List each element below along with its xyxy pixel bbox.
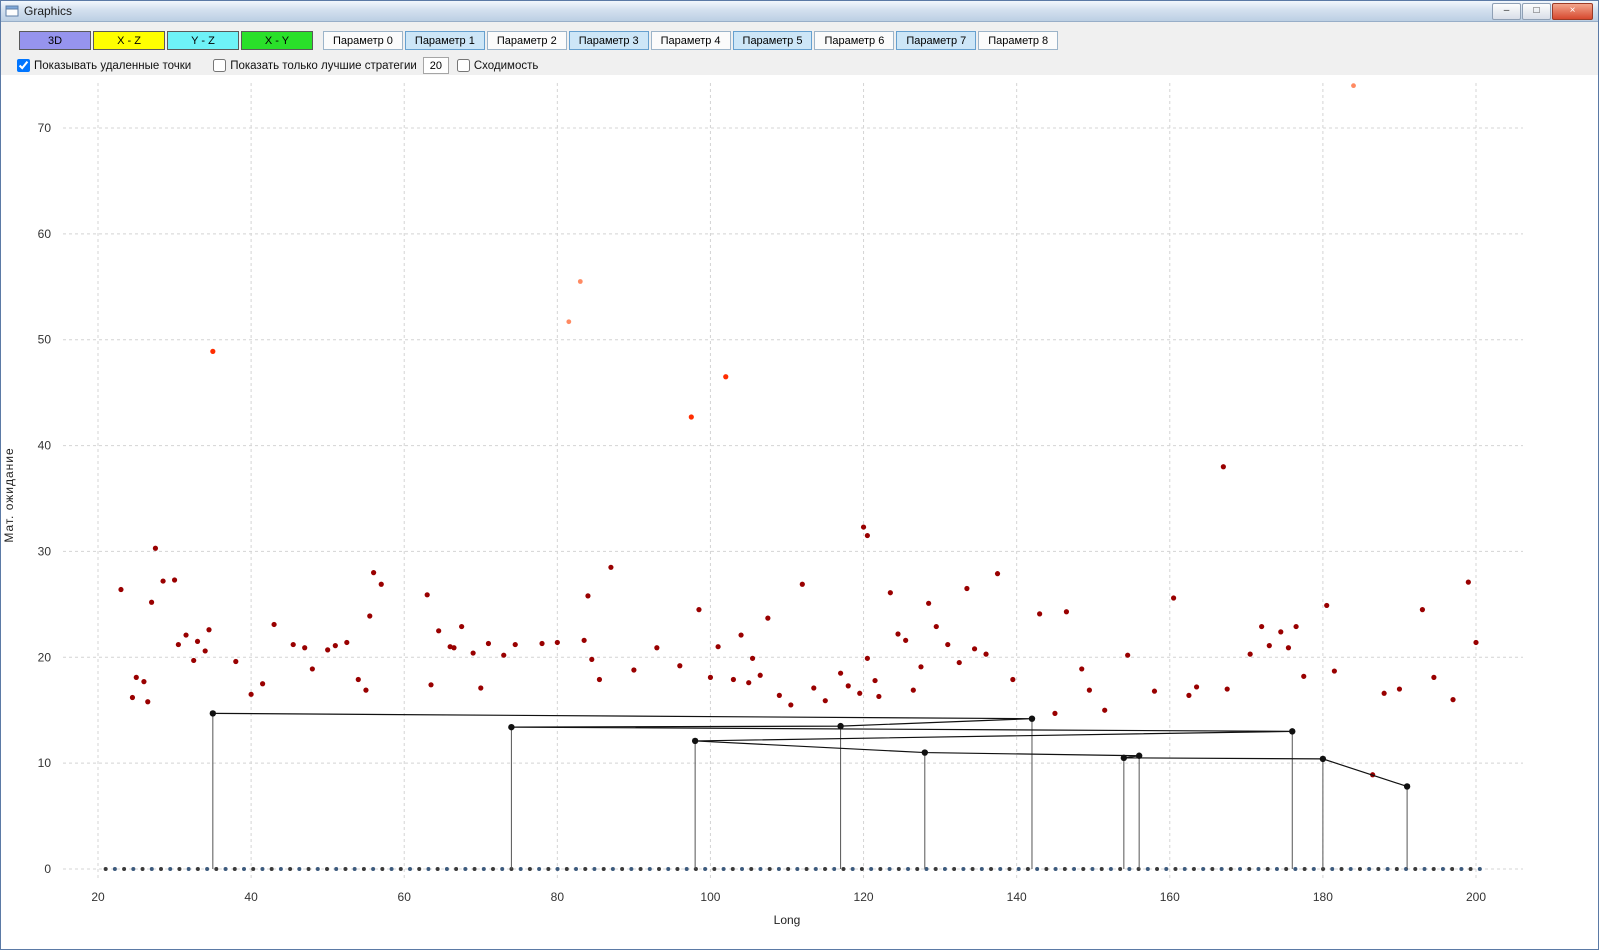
svg-text:140: 140 <box>1007 890 1027 904</box>
svg-text:Мат. ожидание: Мат. ожидание <box>2 447 16 542</box>
param-2-button[interactable]: Параметр 2 <box>486 31 567 50</box>
param-button-group: Параметр 0 Параметр 1 Параметр 2 Парамет… <box>323 31 1059 50</box>
param-3-button[interactable]: Параметр 3 <box>568 31 649 50</box>
titlebar[interactable]: Graphics – □ × <box>1 1 1598 22</box>
svg-text:Long: Long <box>774 913 801 927</box>
svg-text:180: 180 <box>1313 890 1333 904</box>
param-6-button[interactable]: Параметр 6 <box>814 31 895 50</box>
svg-text:10: 10 <box>38 756 52 770</box>
view-yz-button[interactable]: Y - Z <box>167 31 239 50</box>
minimize-icon: – <box>1503 5 1510 16</box>
view-xz-button[interactable]: X - Z <box>93 31 165 50</box>
minimize-button[interactable]: – <box>1492 2 1521 20</box>
view-xy-button[interactable]: X - Y <box>241 31 313 50</box>
svg-text:100: 100 <box>700 890 720 904</box>
view-3d-button[interactable]: 3D <box>19 31 91 50</box>
show-best-option[interactable]: Показать только лучшие стратегии <box>213 59 417 72</box>
param-1-button[interactable]: Параметр 1 <box>404 31 485 50</box>
app-icon <box>5 4 19 18</box>
graphics-window: Graphics – □ × 3D X - Z Y - Z X - Y Пара… <box>0 0 1599 950</box>
convergence-label: Сходимость <box>473 59 539 72</box>
close-button[interactable]: × <box>1552 2 1593 20</box>
svg-text:200: 200 <box>1466 890 1486 904</box>
show-removed-label: Показывать удаленные точки <box>34 59 192 72</box>
param-0-button[interactable]: Параметр 0 <box>323 31 403 50</box>
options-row: Показывать удаленные точки Показать толь… <box>1 50 1598 74</box>
convergence-option[interactable]: Сходимость <box>456 59 539 72</box>
svg-text:30: 30 <box>38 544 52 558</box>
best-count-input[interactable] <box>422 57 449 74</box>
svg-text:40: 40 <box>244 890 258 904</box>
svg-text:70: 70 <box>38 121 52 135</box>
svg-text:50: 50 <box>38 333 52 347</box>
svg-text:60: 60 <box>38 227 52 241</box>
maximize-icon: □ <box>1533 5 1540 16</box>
svg-text:160: 160 <box>1160 890 1180 904</box>
svg-text:20: 20 <box>91 890 105 904</box>
param-8-button[interactable]: Параметр 8 <box>978 31 1059 50</box>
param-5-button[interactable]: Параметр 5 <box>732 31 813 50</box>
close-icon: × <box>1569 5 1576 16</box>
view-button-group: 3D X - Z Y - Z X - Y <box>19 31 313 50</box>
scatter-plot[interactable]: 0 10 20 30 40 50 60 70 20 40 60 80 100 120 140 160 180 20… <box>1 75 1599 950</box>
maximize-button[interactable]: □ <box>1522 2 1551 20</box>
svg-text:60: 60 <box>398 890 412 904</box>
svg-text:40: 40 <box>38 439 52 453</box>
svg-text:80: 80 <box>551 890 565 904</box>
svg-text:0: 0 <box>44 862 51 876</box>
chart-area: 0 10 20 30 40 50 60 70 20 40 60 80 100 120 140 160 180 20… <box>1 75 1599 950</box>
show-best-checkbox[interactable] <box>213 59 227 72</box>
show-best-label: Показать только лучшие стратегии <box>230 59 417 72</box>
show-removed-checkbox[interactable] <box>17 59 30 72</box>
param-4-button[interactable]: Параметр 4 <box>650 31 731 50</box>
param-7-button[interactable]: Параметр 7 <box>896 31 977 50</box>
window-title: Graphics <box>24 4 73 18</box>
svg-text:120: 120 <box>854 890 874 904</box>
window-controls: – □ × <box>1492 2 1594 20</box>
convergence-checkbox[interactable] <box>456 59 470 72</box>
toolbar: 3D X - Z Y - Z X - Y Параметр 0 Параметр… <box>1 22 1598 50</box>
svg-text:20: 20 <box>38 650 52 664</box>
show-removed-option[interactable]: Показывать удаленные точки <box>17 59 191 72</box>
